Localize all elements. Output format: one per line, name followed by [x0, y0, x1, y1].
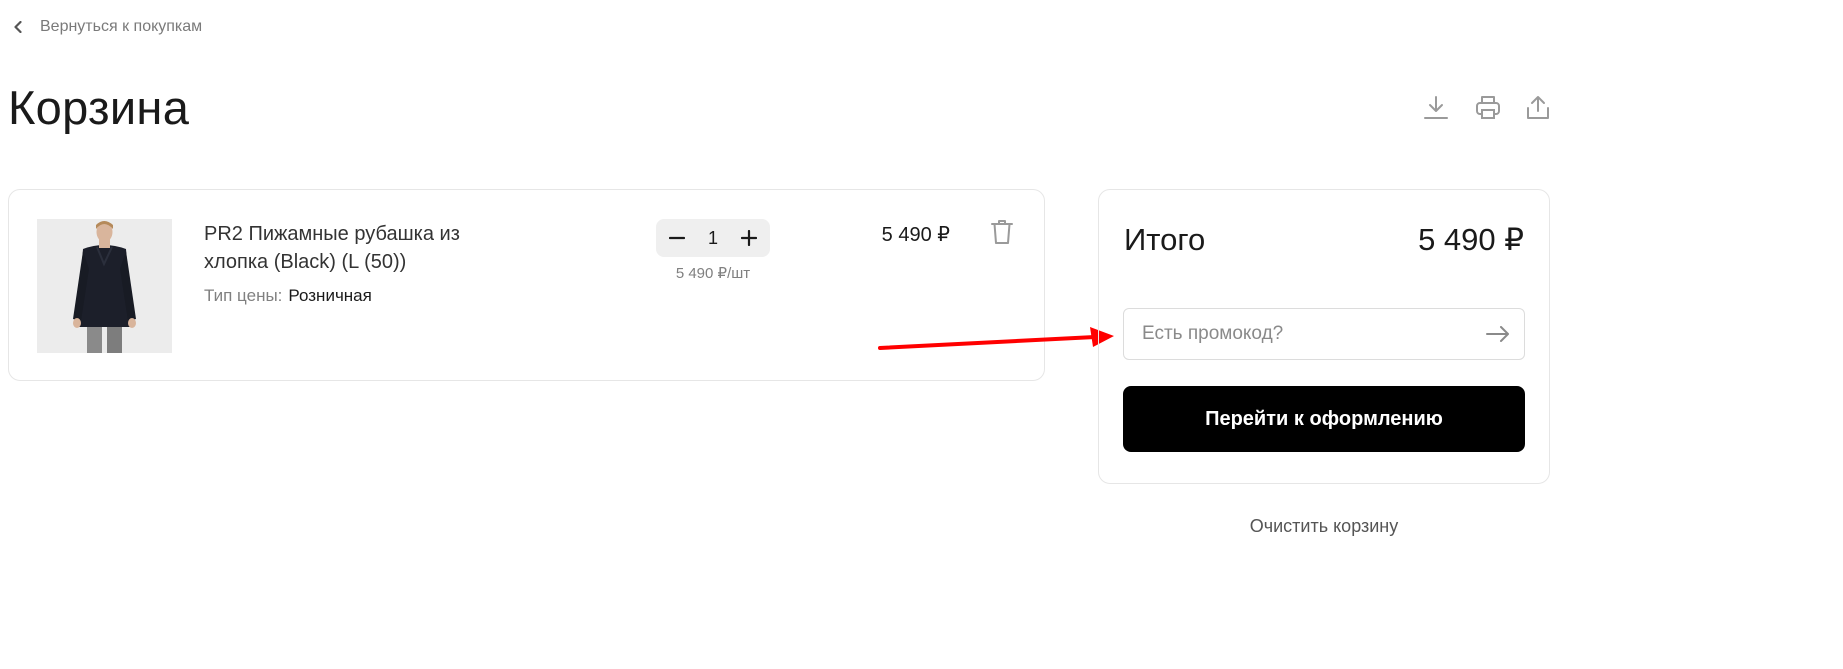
product-name[interactable]: PR2 Пижамные рубашка из хлопка (Black) (… — [204, 220, 524, 276]
trash-icon[interactable] — [988, 218, 1018, 248]
product-image[interactable] — [37, 219, 172, 353]
total-label: Итого — [1124, 222, 1206, 257]
decrease-quantity-button[interactable] — [662, 223, 692, 253]
price-type-label: Тип цены: — [204, 286, 283, 305]
total-value: 5 490 ₽ — [1418, 222, 1524, 257]
plus-icon — [741, 230, 757, 246]
price-type-value: Розничная — [288, 286, 372, 305]
print-icon[interactable] — [1472, 92, 1504, 124]
checkout-button[interactable]: Перейти к оформлению — [1123, 386, 1525, 452]
annotation-arrow — [870, 320, 1130, 365]
promo-code-input[interactable] — [1140, 322, 1486, 346]
share-icon[interactable] — [1522, 92, 1554, 124]
promo-code-field — [1123, 308, 1525, 360]
back-link[interactable]: Вернуться к покупкам — [14, 18, 202, 36]
page-title: Корзина — [8, 81, 190, 134]
back-link-label: Вернуться к покупкам — [40, 18, 203, 35]
clear-cart-link[interactable]: Очистить корзину — [1098, 516, 1550, 537]
chevron-left-icon — [14, 21, 22, 33]
minus-icon — [669, 236, 685, 240]
price-type: Тип цены: Розничная — [204, 286, 372, 306]
quantity-value[interactable]: 1 — [698, 228, 728, 249]
quantity-stepper: 1 — [656, 219, 770, 257]
item-price: 5 490 ₽ — [881, 224, 950, 246]
arrow-right-icon[interactable] — [1486, 326, 1510, 342]
increase-quantity-button[interactable] — [734, 223, 764, 253]
unit-price: 5 490 ₽/шт — [675, 265, 751, 282]
download-icon[interactable] — [1420, 92, 1452, 124]
